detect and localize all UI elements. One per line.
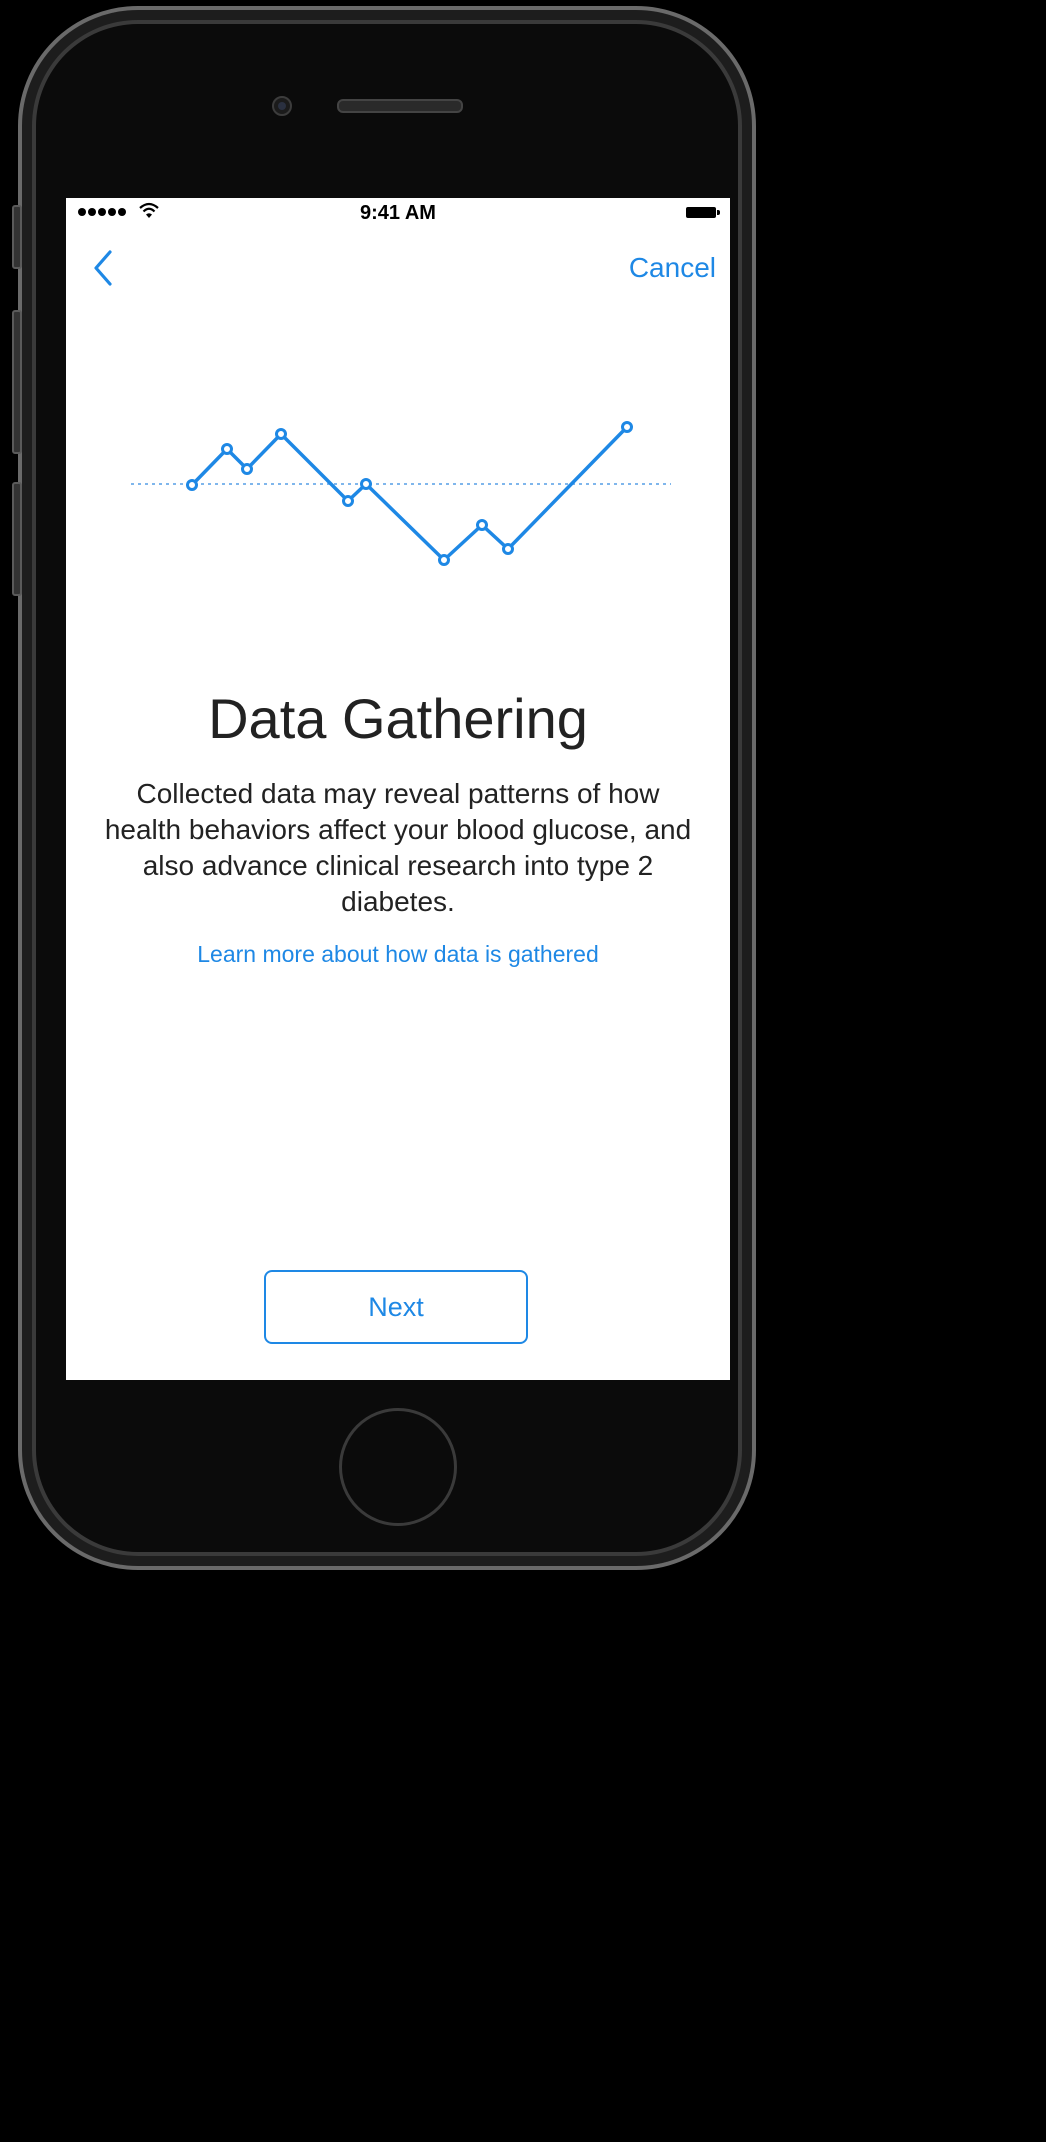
chart-point [186, 479, 198, 491]
home-button[interactable] [339, 1408, 457, 1526]
screen: 9:41 AM Cancel Data Gathering Collected … [66, 198, 730, 1380]
chart-point [476, 519, 488, 531]
chart-point [275, 428, 287, 440]
earpiece-speaker [337, 99, 463, 113]
chart-point [360, 478, 372, 490]
next-button[interactable]: Next [264, 1270, 528, 1344]
mute-switch [12, 205, 22, 269]
chart-point [342, 495, 354, 507]
chart-point [438, 554, 450, 566]
volume-up-button [12, 310, 22, 454]
battery-icon [686, 207, 720, 218]
page-title: Data Gathering [208, 687, 588, 750]
chart-point [502, 543, 514, 555]
status-time: 9:41 AM [360, 202, 436, 224]
chart-point [221, 443, 233, 455]
volume-down-button [12, 482, 22, 596]
chart-point [241, 463, 253, 475]
learn-more-link[interactable]: Learn more about how data is gathered [66, 941, 730, 968]
status-bar: 9:41 AM [66, 198, 730, 228]
chart-point [621, 421, 633, 433]
chevron-left-icon [94, 250, 112, 286]
front-camera [272, 96, 292, 116]
chart-line [190, 425, 629, 562]
description-text: Collected data may reveal patterns of ho… [104, 778, 692, 917]
back-button[interactable] [88, 248, 118, 288]
cancel-button[interactable]: Cancel [629, 252, 716, 284]
glucose-chart-illustration [131, 421, 671, 566]
